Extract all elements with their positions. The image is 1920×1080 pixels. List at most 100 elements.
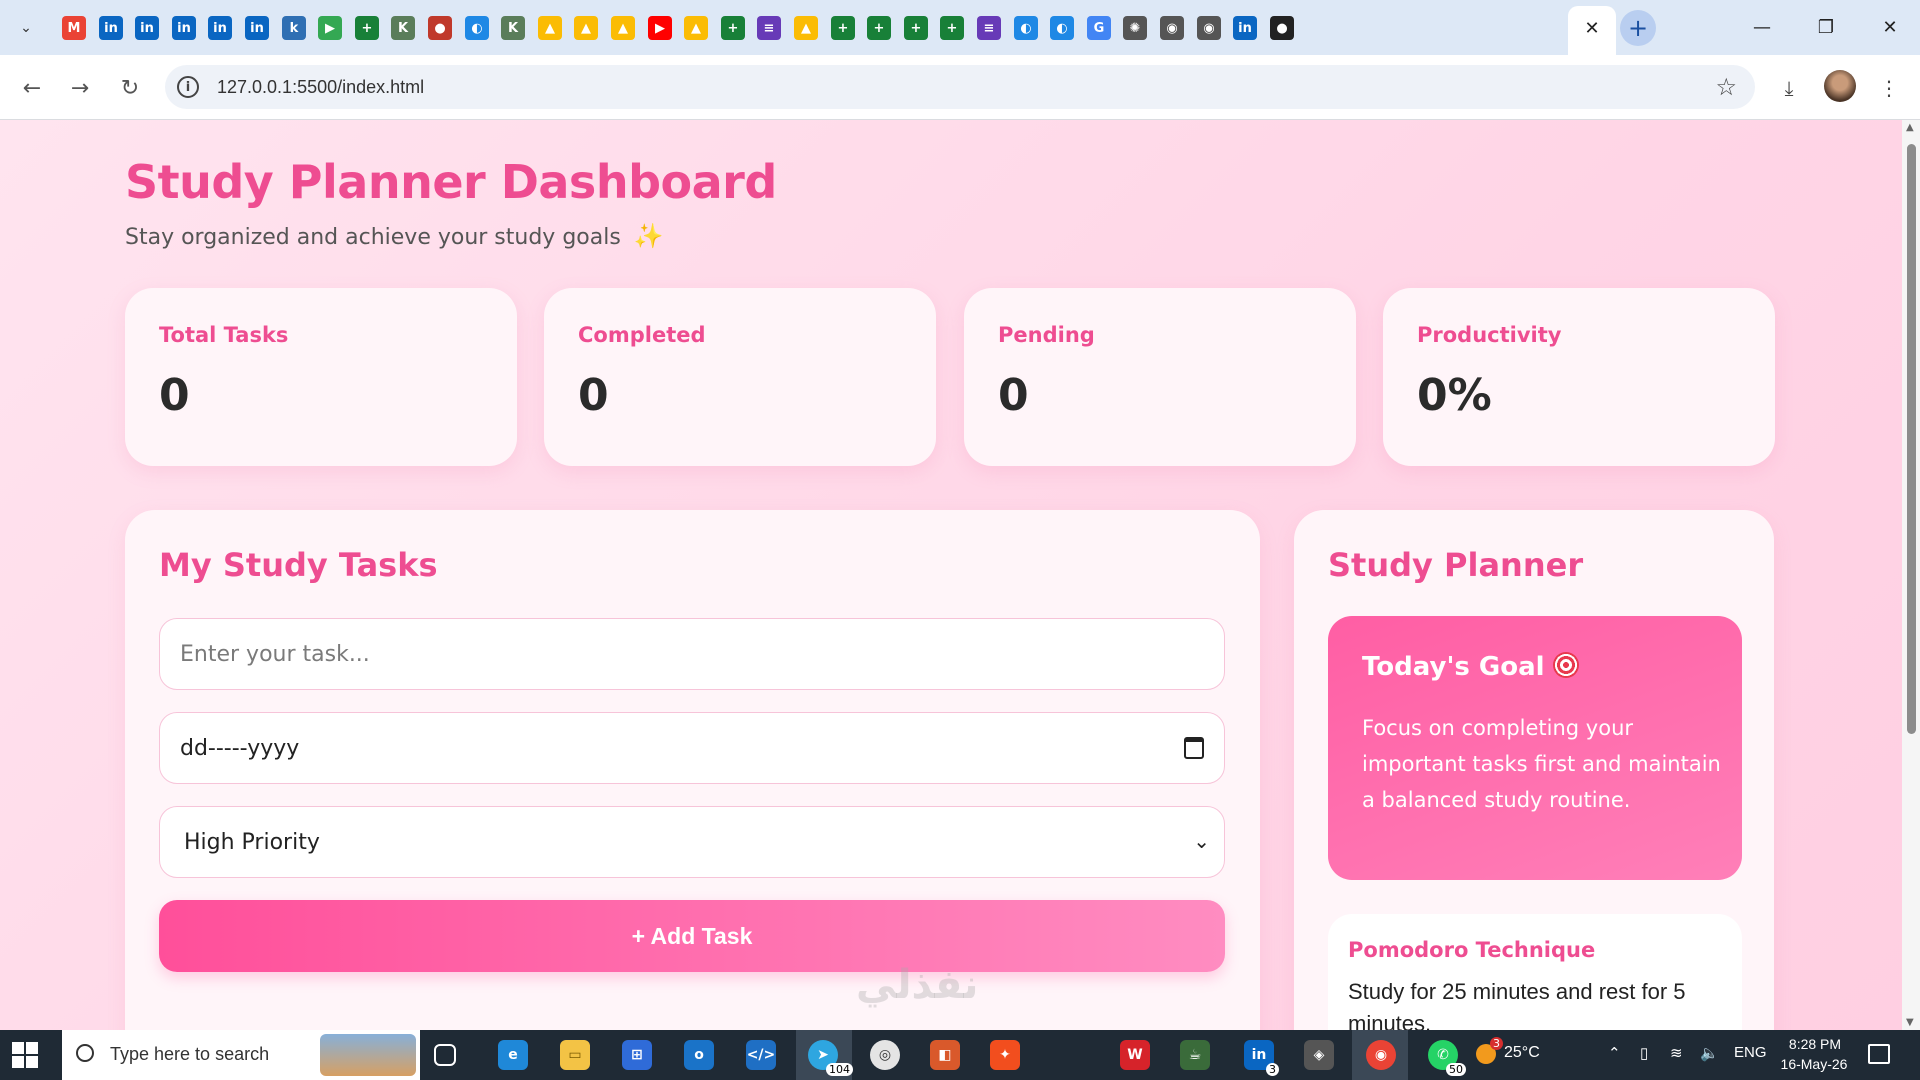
task-input-field[interactable] — [159, 618, 1225, 690]
cube-app-icon[interactable]: ◈ — [1304, 1040, 1334, 1070]
todays-goal-card: Today's Goal Focus on completing your im… — [1328, 616, 1742, 880]
chrome-alt-icon[interactable]: ◎ — [870, 1040, 900, 1070]
office-icon[interactable]: ◧ — [930, 1040, 960, 1070]
calendar-icon[interactable] — [1184, 737, 1204, 759]
weather-temp[interactable]: 25°C — [1504, 1044, 1540, 1062]
page-title: Study Planner Dashboard — [125, 155, 777, 209]
menu-dots-icon[interactable]: ⋮ — [1872, 71, 1906, 105]
google-drive-icon[interactable]: ▲ — [611, 16, 635, 40]
task-input[interactable] — [160, 619, 1224, 689]
linkedin-icon[interactable]: in — [208, 16, 232, 40]
windows-start-icon[interactable] — [12, 1042, 38, 1068]
google-sheets-icon[interactable]: + — [940, 16, 964, 40]
google-sheets-icon[interactable]: + — [721, 16, 745, 40]
tab-search-chevron-icon[interactable]: ⌄ — [8, 12, 44, 44]
youtube-icon[interactable]: ▶ — [648, 16, 672, 40]
linkedin-icon[interactable]: in — [245, 16, 269, 40]
google-sheets-icon[interactable]: + — [904, 16, 928, 40]
address-bar[interactable]: i 127.0.0.1:5500/index.html ☆ — [165, 65, 1755, 109]
bookmark-star-icon[interactable]: ☆ — [1715, 73, 1737, 101]
notifications-icon[interactable] — [1868, 1044, 1890, 1064]
restore-icon[interactable]: ❐ — [1806, 12, 1846, 42]
google-sheets-icon[interactable]: + — [355, 16, 379, 40]
swirl-icon[interactable]: ◐ — [1014, 16, 1038, 40]
chrome-icon[interactable]: ◉ — [1366, 1040, 1396, 1070]
close-tab-icon[interactable]: ✕ — [1580, 16, 1604, 40]
windows-taskbar: Type here to search e ▭ ⊞ o </> ➤ 104 ◎ … — [0, 1030, 1920, 1080]
edge-icon[interactable]: e — [498, 1040, 528, 1070]
google-forms-icon[interactable]: ≡ — [977, 16, 1001, 40]
close-window-icon[interactable]: ✕ — [1870, 12, 1910, 42]
globe-icon[interactable]: ◉ — [1160, 16, 1184, 40]
scrollbar-thumb[interactable] — [1907, 144, 1916, 734]
clock-date[interactable]: 16-May-26 — [1776, 1056, 1852, 1072]
github-icon[interactable]: ● — [1270, 16, 1294, 40]
goal-title: Today's Goal — [1362, 652, 1579, 682]
taskbar-search-box[interactable]: Type here to search — [62, 1030, 420, 1080]
priority-select[interactable]: High Priority ⌄ — [159, 806, 1225, 878]
swirl-icon[interactable]: ◐ — [1050, 16, 1074, 40]
google-sheets-icon[interactable]: + — [831, 16, 855, 40]
swirl-icon[interactable]: ◐ — [465, 16, 489, 40]
google-drive-icon[interactable]: ▲ — [538, 16, 562, 40]
chevron-down-icon: ⌄ — [1193, 829, 1210, 853]
stat-label: Pending — [998, 323, 1095, 347]
klarna-k-icon[interactable]: k — [282, 16, 306, 40]
file-explorer-icon[interactable]: ▭ — [560, 1040, 590, 1070]
linkedin-icon[interactable]: in — [172, 16, 196, 40]
linkedin-icon[interactable]: in — [1233, 16, 1257, 40]
stat-value: 0 — [578, 370, 609, 421]
scroll-up-arrow-icon[interactable]: ▲ — [1906, 122, 1914, 133]
sparkle-icon: ✨ — [633, 222, 664, 250]
google-drive-icon[interactable]: ▲ — [574, 16, 598, 40]
task-view-icon[interactable] — [434, 1044, 456, 1066]
new-tab-button[interactable]: + — [1620, 10, 1656, 46]
owl-icon[interactable]: ● — [428, 16, 452, 40]
site-info-icon[interactable]: i — [177, 76, 199, 98]
reload-icon[interactable]: ↻ — [113, 71, 147, 105]
k-logo-icon[interactable]: K — [391, 16, 415, 40]
taskbar-search-placeholder: Type here to search — [110, 1044, 270, 1064]
subtitle-text: Stay organized and achieve your study go… — [125, 225, 621, 250]
microsoft-store-icon[interactable]: ⊞ — [622, 1040, 652, 1070]
k-logo-icon[interactable]: K — [501, 16, 525, 40]
google-sheets-icon[interactable]: + — [867, 16, 891, 40]
due-date-field[interactable]: dd-----yyyy — [159, 712, 1225, 784]
tray-chevron-up-icon[interactable]: ⌃ — [1608, 1044, 1621, 1062]
figma-icon[interactable]: ✦ — [990, 1040, 1020, 1070]
linkedin-icon[interactable]: in — [99, 16, 123, 40]
linkedin-icon[interactable]: in — [135, 16, 159, 40]
page-scrollbar[interactable]: ▲ ▼ — [1902, 120, 1920, 1030]
minimize-icon[interactable]: — — [1742, 12, 1782, 42]
stat-card-productivity: Productivity 0% — [1383, 288, 1775, 466]
stat-card-completed: Completed 0 — [544, 288, 936, 466]
vscode-icon[interactable]: </> — [746, 1040, 776, 1070]
google-drive-icon[interactable]: ▲ — [794, 16, 818, 40]
profile-avatar[interactable] — [1824, 70, 1856, 102]
google-icon[interactable]: G — [1087, 16, 1111, 40]
back-icon[interactable]: ← — [15, 71, 49, 105]
language-indicator[interactable]: ENG — [1734, 1044, 1767, 1061]
outlook-icon[interactable]: o — [684, 1040, 714, 1070]
java-icon[interactable]: ☕ — [1180, 1040, 1210, 1070]
openai-icon[interactable]: ✺ — [1123, 16, 1147, 40]
scroll-down-arrow-icon[interactable]: ▼ — [1906, 1017, 1914, 1028]
gmail-icon[interactable]: M — [62, 16, 86, 40]
globe-icon[interactable]: ◉ — [1197, 16, 1221, 40]
stat-value: 0 — [159, 370, 190, 421]
battery-icon[interactable]: ▯ — [1640, 1044, 1648, 1062]
wps-icon[interactable]: W — [1120, 1040, 1150, 1070]
google-forms-icon[interactable]: ≡ — [757, 16, 781, 40]
forward-icon[interactable]: → — [63, 71, 97, 105]
google-drive-icon[interactable]: ▲ — [684, 16, 708, 40]
stat-card-pending: Pending 0 — [964, 288, 1356, 466]
url-text[interactable]: 127.0.0.1:5500/index.html — [217, 77, 424, 98]
volume-icon[interactable]: 🔈 — [1700, 1044, 1719, 1062]
wifi-icon[interactable]: ≋ — [1670, 1044, 1683, 1062]
active-tab[interactable]: ✕ — [1568, 6, 1616, 55]
clock-time[interactable]: 8:28 PM — [1780, 1036, 1850, 1052]
tasks-panel-title: My Study Tasks — [159, 546, 438, 584]
download-icon[interactable]: ⤓ — [1772, 71, 1806, 105]
google-meet-icon[interactable]: ▶ — [318, 16, 342, 40]
add-task-button[interactable]: + Add Task — [159, 900, 1225, 972]
